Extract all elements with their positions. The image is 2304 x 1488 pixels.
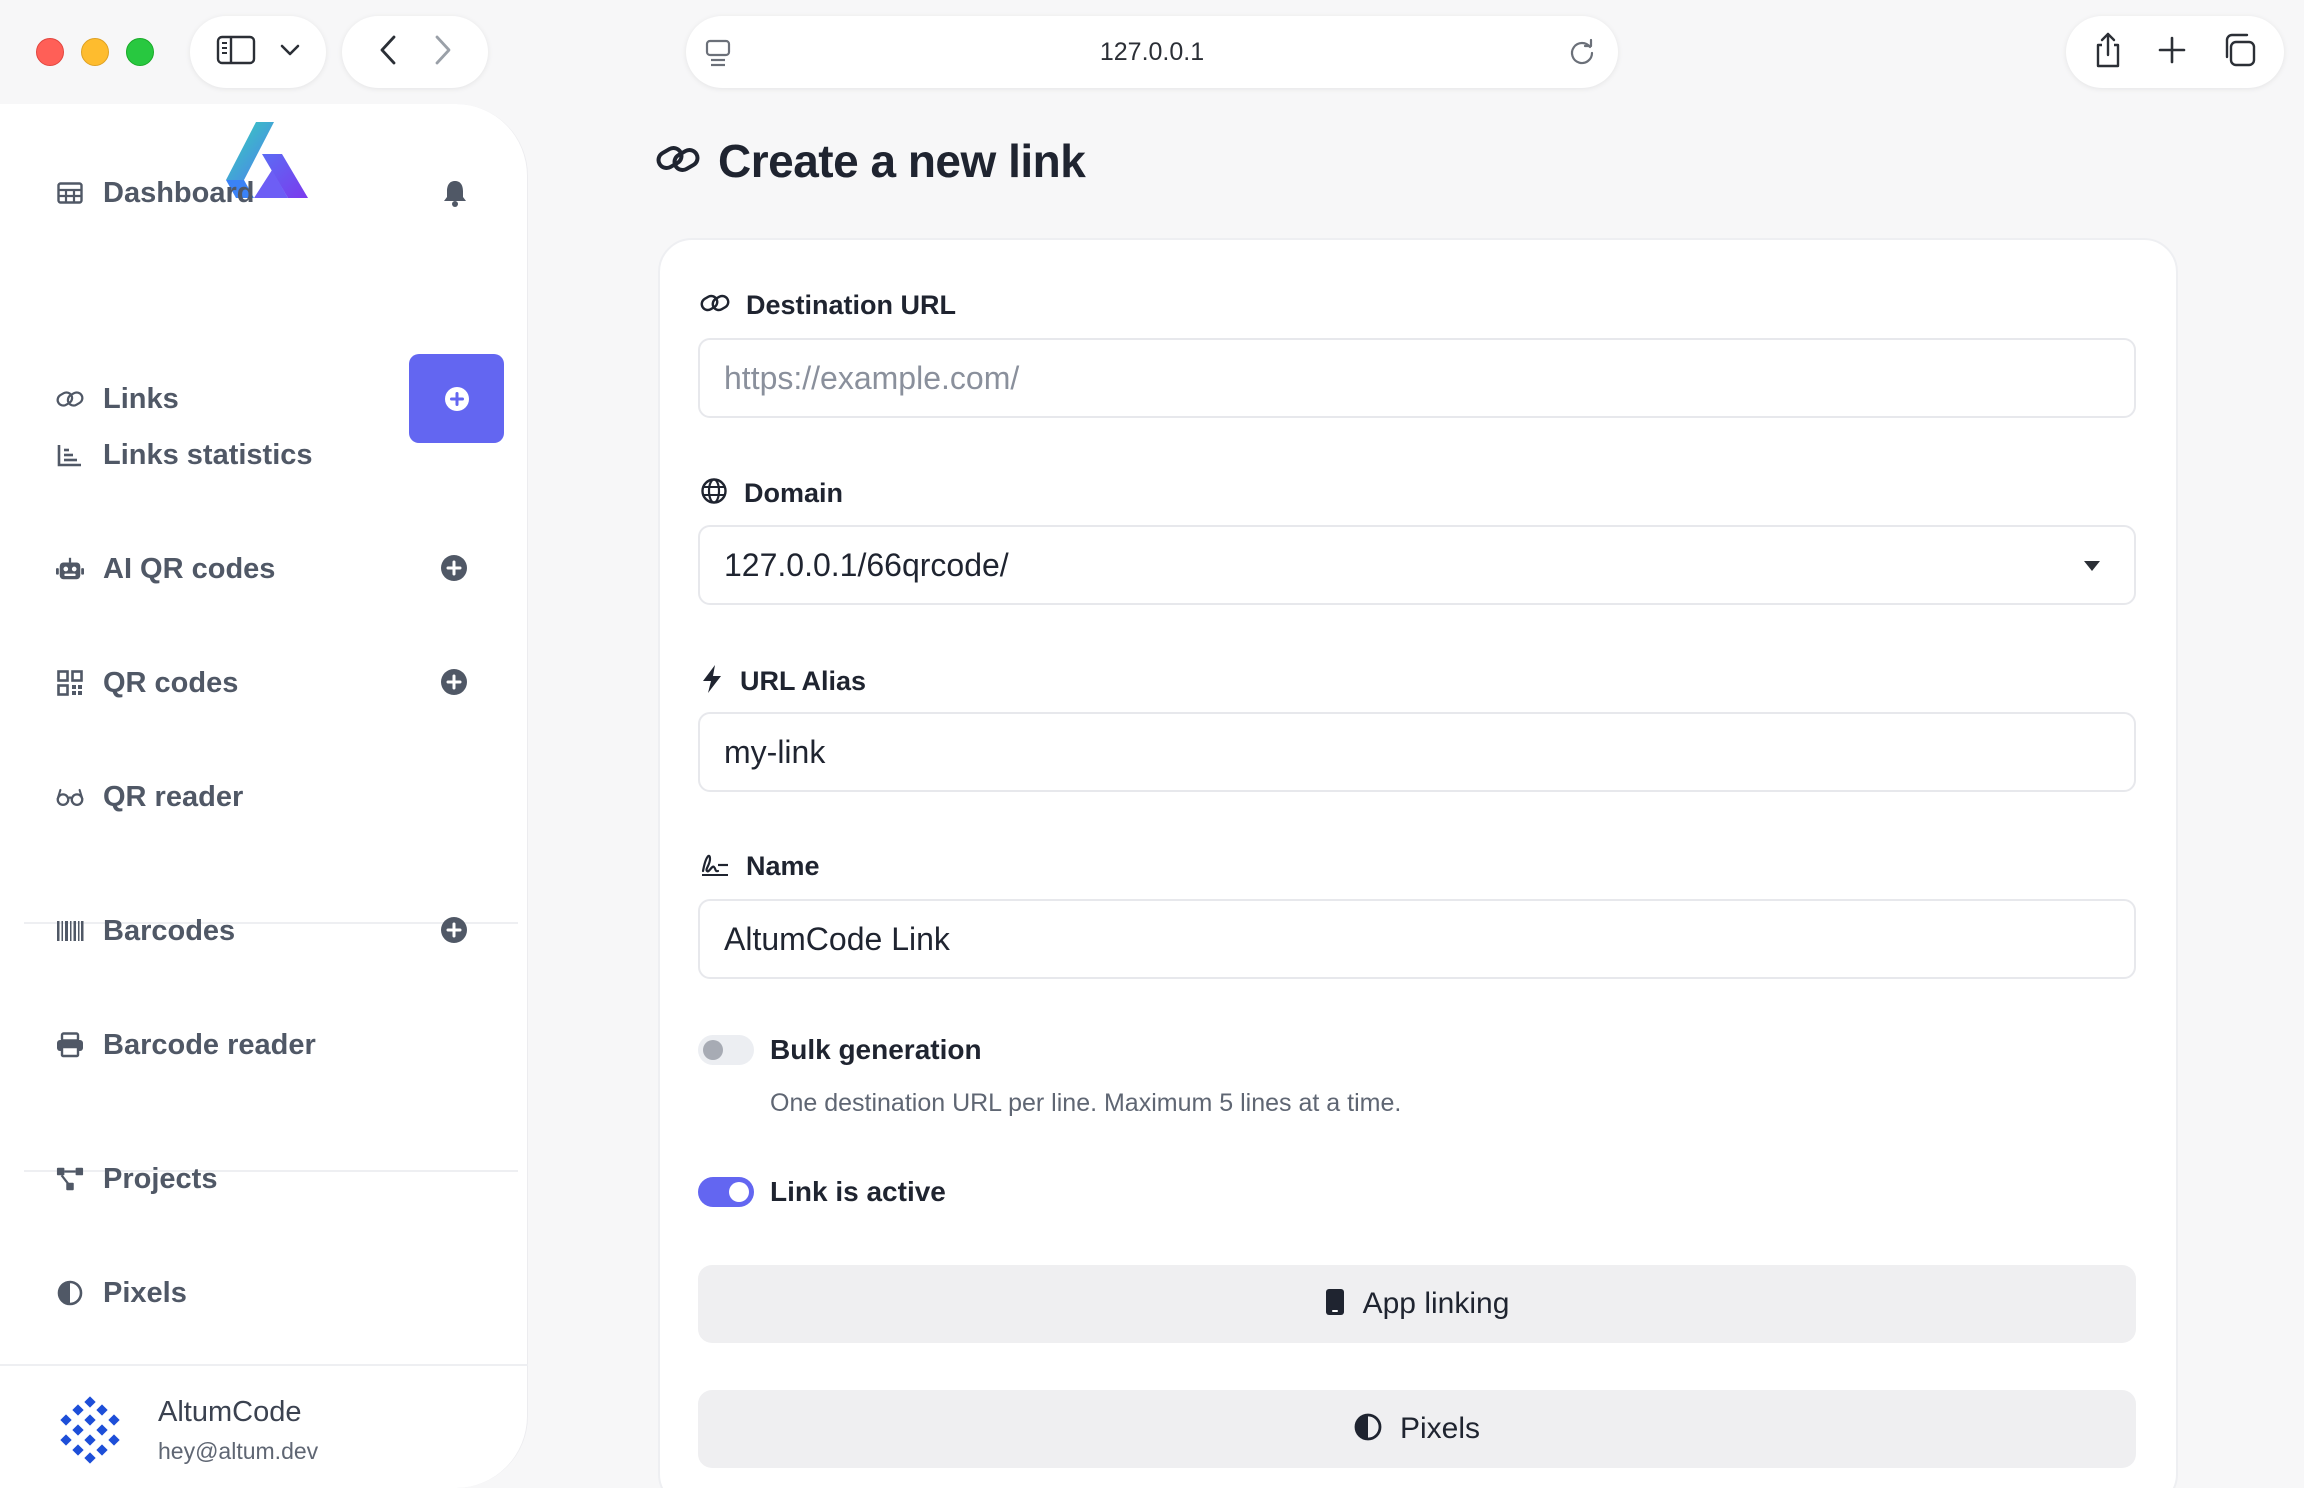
table-icon [56, 179, 84, 207]
bulk-generation-label: Bulk generation [770, 1034, 982, 1065]
sidebar-item-label: Barcode reader [103, 1028, 316, 1061]
name-input[interactable]: AltumCode Link [698, 899, 2136, 979]
page-header: Create a new link [656, 134, 1086, 188]
sidebar-item-label: Links statistics [103, 438, 313, 471]
domain-selected-value: 127.0.0.1/66qrcode/ [724, 546, 1009, 583]
avatar[interactable] [56, 1396, 124, 1464]
link-active-toggle[interactable] [698, 1177, 754, 1207]
reload-icon[interactable] [1568, 38, 1596, 71]
tab-overview-icon[interactable] [2221, 32, 2257, 73]
chart-icon [56, 441, 84, 469]
url-alias-label: URL Alias [700, 664, 866, 699]
link-active-label: Link is active [770, 1176, 946, 1207]
history-nav-group [342, 16, 488, 88]
name-value: AltumCode Link [724, 920, 950, 957]
app-linking-button[interactable]: App linking [698, 1265, 2136, 1343]
sidebar-item-label: Dashboard [103, 176, 255, 209]
print-icon [56, 1031, 84, 1059]
destination-url-input[interactable]: https://example.com/ [698, 338, 2136, 418]
glasses-icon [56, 783, 84, 811]
pixels-button[interactable]: Pixels [698, 1390, 2136, 1468]
bulk-generation-help: One destination URL per line. Maximum 5 … [770, 1089, 1402, 1117]
domain-label: Domain [700, 477, 843, 510]
forward-arrow-icon[interactable] [433, 34, 453, 71]
user-name: AltumCode [158, 1396, 302, 1428]
toggle-knob [729, 1182, 749, 1202]
bolt-icon [700, 664, 724, 699]
domain-select[interactable]: 127.0.0.1/66qrcode/ [698, 525, 2136, 605]
sidebar-item-label: Barcodes [103, 914, 236, 947]
signature-icon [700, 851, 730, 882]
name-label: Name [700, 851, 820, 882]
globe-icon [700, 477, 728, 510]
back-arrow-icon[interactable] [378, 34, 398, 71]
plus-circle-icon[interactable] [440, 916, 470, 946]
qrcode-icon [56, 669, 84, 697]
url-alias-input[interactable]: my-link [698, 712, 2136, 792]
adjust-icon [1354, 1413, 1382, 1446]
new-tab-plus-icon[interactable] [2157, 35, 2187, 70]
sidebar-item-label: QR codes [103, 666, 239, 699]
sidebar-item-barcode-reader[interactable]: Barcode reader [0, 1000, 528, 1090]
chevron-down-icon[interactable] [279, 43, 301, 62]
sidebar-item-barcodes[interactable]: Barcodes [0, 886, 528, 976]
page-title: Create a new link [718, 135, 1086, 187]
sidebar-toggle-group [190, 16, 326, 88]
sidebar-item-label: QR reader [103, 780, 244, 813]
mobile-icon [1325, 1288, 1345, 1321]
sidebar-item-label: AI QR codes [103, 552, 276, 585]
bell-icon[interactable] [440, 178, 470, 208]
sidebar-item-qr-reader[interactable]: QR reader [0, 752, 528, 842]
link-icon [56, 385, 84, 413]
project-diagram-icon [56, 1165, 84, 1193]
sidebar: Dashboard Links Links statistics AI QR c… [0, 104, 528, 1488]
minimize-window-button[interactable] [81, 38, 109, 66]
link-icon [656, 142, 700, 181]
sidebar-item-links-statistics[interactable]: Links statistics [0, 410, 528, 500]
destination-url-label: Destination URL [700, 290, 956, 321]
share-icon[interactable] [2093, 31, 2123, 74]
browser-toolbar: 127.0.0.1 [0, 0, 2304, 104]
sidebar-toggle-icon[interactable] [216, 35, 256, 70]
browser-actions-group [2066, 16, 2284, 88]
destination-url-placeholder: https://example.com/ [724, 359, 1020, 396]
barcode-icon [56, 917, 84, 945]
sidebar-item-dashboard[interactable]: Dashboard [0, 148, 528, 238]
sidebar-item-label: Projects [103, 1162, 218, 1195]
sidebar-item-label: Pixels [103, 1276, 187, 1309]
user-profile[interactable]: AltumCode hey@altum.dev [0, 1364, 528, 1488]
link-icon [700, 291, 730, 320]
url-text[interactable]: 127.0.0.1 [686, 38, 1618, 67]
user-email: hey@altum.dev [158, 1438, 319, 1464]
plus-circle-icon[interactable] [440, 668, 470, 698]
toggle-knob [703, 1040, 723, 1060]
sidebar-item-ai-qr-codes[interactable]: AI QR codes [0, 524, 528, 614]
robot-icon [56, 555, 84, 583]
sidebar-item-projects[interactable]: Projects [0, 1134, 528, 1224]
bulk-generation-toggle[interactable] [698, 1035, 754, 1065]
zoom-window-button[interactable] [126, 38, 154, 66]
sidebar-item-pixels[interactable]: Pixels [0, 1248, 528, 1338]
close-window-button[interactable] [36, 38, 64, 66]
window-controls [36, 38, 154, 66]
adjust-icon [56, 1279, 84, 1307]
plus-circle-icon[interactable] [440, 554, 470, 584]
address-bar[interactable]: 127.0.0.1 [686, 16, 1618, 88]
url-alias-value: my-link [724, 733, 826, 770]
sidebar-item-qr-codes[interactable]: QR codes [0, 638, 528, 728]
caret-down-icon [2084, 561, 2100, 571]
